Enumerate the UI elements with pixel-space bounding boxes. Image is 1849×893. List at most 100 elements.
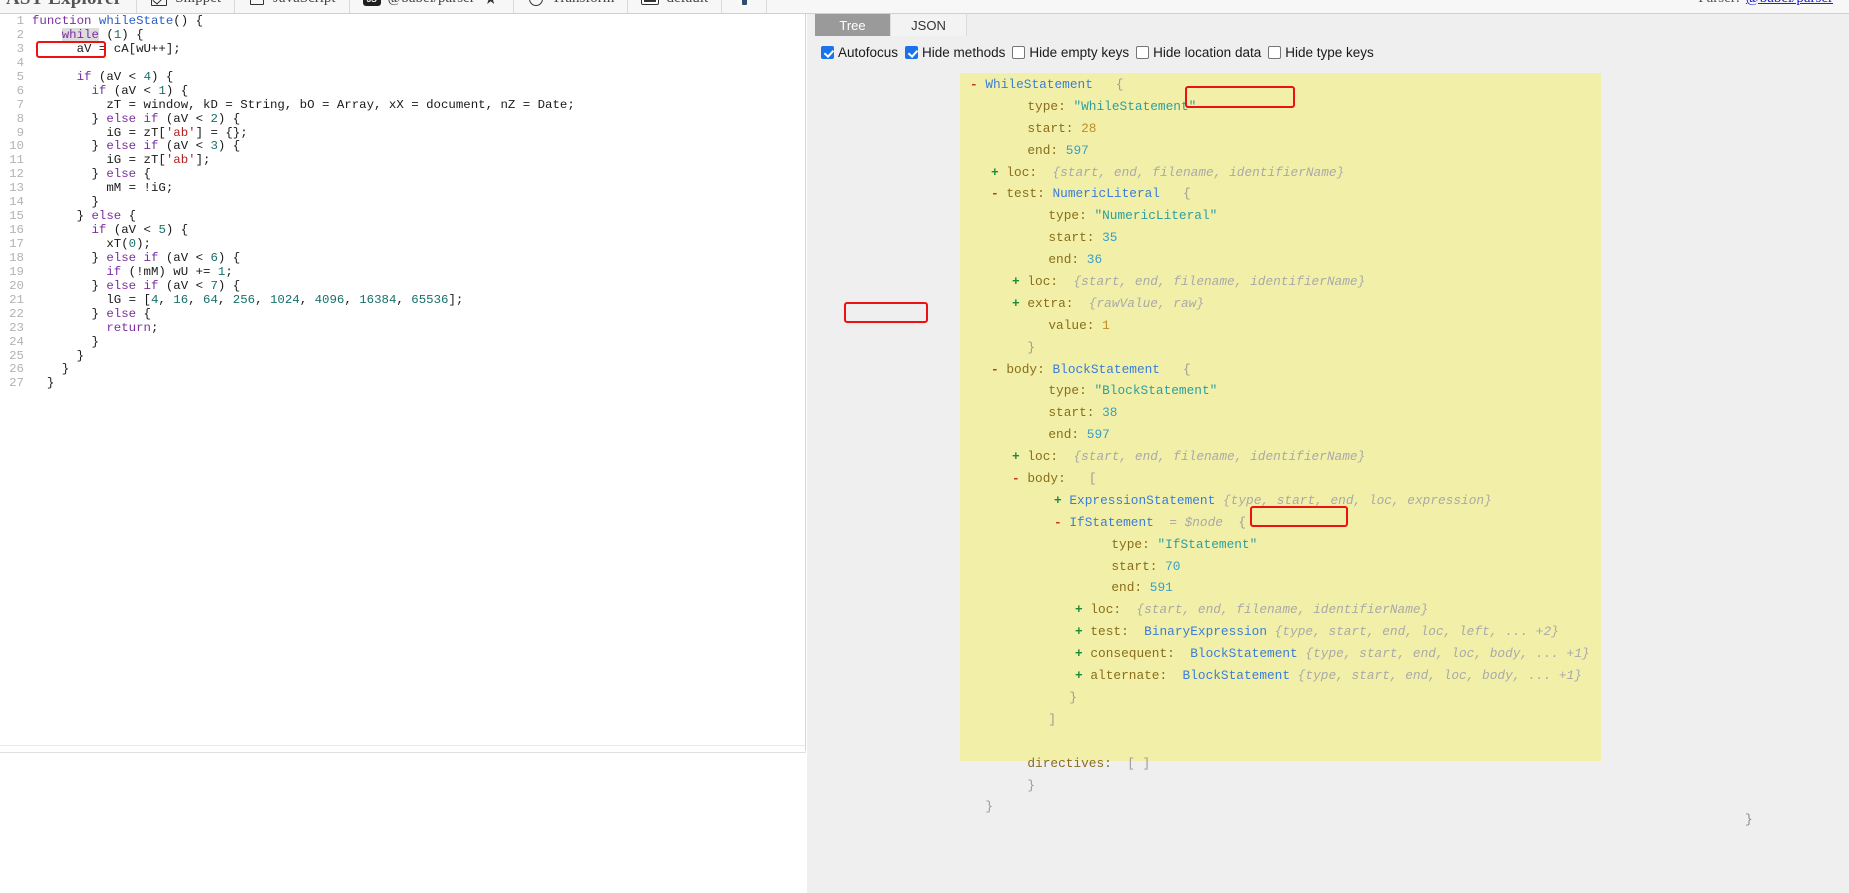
code-line[interactable]: 1 function whileState() { xyxy=(0,14,805,29)
ast-row[interactable]: - body: BlockStatement { xyxy=(815,359,1849,381)
checkbox-hide-methods[interactable] xyxy=(905,46,919,59)
code-line[interactable]: 5 if (aV < 4) { xyxy=(0,70,805,85)
ast-row[interactable]: start: 28 xyxy=(815,118,1849,140)
collapse-toggle-icon[interactable]: - xyxy=(991,362,999,377)
ast-row[interactable]: } xyxy=(815,796,1849,818)
ast-row[interactable]: end: 597 xyxy=(815,140,1849,162)
ast-row[interactable]: - WhileStatement { xyxy=(815,74,1849,96)
code-lines[interactable]: 1 function whileState() {2 while (1) {3 a… xyxy=(0,14,805,391)
code-line[interactable]: 19 if (!mM) wU += 1; xyxy=(0,265,805,280)
parser-link[interactable]: @babel/parser xyxy=(1746,0,1833,7)
ast-row[interactable]: } xyxy=(815,337,1849,359)
expand-toggle-icon[interactable]: + xyxy=(1012,296,1020,311)
code-line[interactable]: 14 } xyxy=(0,195,805,210)
ast-row[interactable]: - test: NumericLiteral { xyxy=(815,183,1849,205)
code-line[interactable]: 6 if (aV < 1) { xyxy=(0,84,805,99)
ast-row[interactable] xyxy=(815,731,1849,753)
expand-toggle-icon[interactable]: + xyxy=(1075,602,1083,617)
ast-row[interactable]: + loc: {start, end, filename, identifier… xyxy=(815,599,1849,621)
code-line[interactable]: 9 iG = zT['ab'] = {}; xyxy=(0,126,805,141)
collapse-toggle-icon[interactable]: - xyxy=(991,186,999,201)
expand-toggle-icon[interactable]: + xyxy=(991,165,999,180)
code-line[interactable]: 27 } xyxy=(0,376,805,391)
ast-row[interactable]: + alternate: BlockStatement {type, start… xyxy=(815,665,1849,687)
tab-tree[interactable]: Tree xyxy=(815,14,891,36)
checkbox-hide-type-keys[interactable] xyxy=(1268,46,1282,59)
checkbox-autofocus[interactable] xyxy=(821,46,834,59)
ast-row[interactable]: type: "NumericLiteral" xyxy=(815,205,1849,227)
option-hide-methods[interactable]: Hide methods xyxy=(905,45,1005,60)
code-line[interactable]: 23 return; xyxy=(0,321,805,336)
ast-row[interactable]: directives: [ ] xyxy=(815,753,1849,775)
code-line[interactable]: 18 } else if (aV < 6) { xyxy=(0,251,805,266)
code-editor-pane[interactable]: 1 function whileState() {2 while (1) {3 a… xyxy=(0,14,806,751)
ast-row[interactable]: - body: [ xyxy=(815,468,1849,490)
code-line[interactable]: 16 if (aV < 5) { xyxy=(0,223,805,238)
ast-row[interactable]: ] xyxy=(815,709,1849,731)
ast-row[interactable]: } xyxy=(815,775,1849,797)
ast-tree-scroll[interactable]: - WhileStatement { type: "WhileStatement… xyxy=(815,72,1849,892)
toolbar-item-language[interactable]: JavaScript xyxy=(235,0,348,13)
toolbar-item-info[interactable] xyxy=(722,0,766,13)
ast-row[interactable]: + loc: {start, end, filename, identifier… xyxy=(815,271,1849,293)
code-line[interactable]: 4 xyxy=(0,56,805,71)
tab-json[interactable]: JSON xyxy=(891,14,967,36)
collapse-toggle-icon[interactable]: - xyxy=(1054,515,1062,530)
option-hide-location-data[interactable]: Hide location data xyxy=(1136,45,1261,60)
collapse-toggle-icon[interactable]: - xyxy=(1012,471,1020,486)
ast-row[interactable]: end: 36 xyxy=(815,249,1849,271)
toolbar-item-transform[interactable]: Transform xyxy=(514,0,628,13)
ast-row[interactable]: - IfStatement = $node { xyxy=(815,512,1849,534)
ast-row[interactable]: } xyxy=(815,687,1849,709)
code-line[interactable]: 12 } else { xyxy=(0,167,805,182)
ast-row[interactable]: start: 38 xyxy=(815,402,1849,424)
editor-horizontal-scrollbar[interactable] xyxy=(0,745,805,751)
code-line[interactable]: 3 aV = cA[wU++]; xyxy=(0,42,805,57)
code-line[interactable]: 25 } xyxy=(0,349,805,364)
expand-toggle-icon[interactable]: + xyxy=(1012,449,1020,464)
toolbar-item-snippet[interactable]: Snippet xyxy=(137,0,234,13)
expand-toggle-icon[interactable]: + xyxy=(1075,646,1083,661)
code-line[interactable]: 8 } else if (aV < 2) { xyxy=(0,112,805,127)
code-line[interactable]: 20 } else if (aV < 7) { xyxy=(0,279,805,294)
expand-toggle-icon[interactable]: + xyxy=(1075,668,1083,683)
code-line[interactable]: 10 } else if (aV < 3) { xyxy=(0,139,805,154)
option-hide-type-keys[interactable]: Hide type keys xyxy=(1268,45,1374,60)
expand-toggle-icon[interactable]: + xyxy=(1012,274,1020,289)
ast-row[interactable]: end: 591 xyxy=(815,577,1849,599)
ast-row[interactable]: + ExpressionStatement {type, start, end,… xyxy=(815,490,1849,512)
ast-row[interactable]: start: 35 xyxy=(815,227,1849,249)
ast-row[interactable]: + extra: {rawValue, raw} xyxy=(815,293,1849,315)
code-line[interactable]: 17 xT(0); xyxy=(0,237,805,252)
code-line[interactable]: 11 iG = zT['ab']; xyxy=(0,153,805,168)
ast-row[interactable]: + test: BinaryExpression {type, start, e… xyxy=(815,621,1849,643)
ast-row[interactable]: + loc: {start, end, filename, identifier… xyxy=(815,162,1849,184)
ast-tree-rows[interactable]: - WhileStatement { type: "WhileStatement… xyxy=(815,72,1849,818)
checkbox-hide-location-data[interactable] xyxy=(1136,46,1150,59)
code-line[interactable]: 21 lG = [4, 16, 64, 256, 1024, 4096, 163… xyxy=(0,293,805,308)
ast-row[interactable]: + consequent: BlockStatement {type, star… xyxy=(815,643,1849,665)
expand-toggle-icon[interactable]: + xyxy=(1054,493,1062,508)
collapse-toggle-icon[interactable]: - xyxy=(970,77,978,92)
code-line[interactable]: 22 } else { xyxy=(0,307,805,322)
code-line[interactable]: 7 zT = window, kD = String, bO = Array, … xyxy=(0,98,805,113)
code-line[interactable]: 24 } xyxy=(0,335,805,350)
expand-toggle-icon[interactable]: + xyxy=(1075,624,1083,639)
toolbar-item-parser[interactable]: JS @babel/parser xyxy=(350,0,513,13)
option-autofocus[interactable]: Autofocus xyxy=(821,45,898,60)
ast-row[interactable]: type: "WhileStatement" xyxy=(815,96,1849,118)
ast-view-tabs[interactable]: Tree JSON xyxy=(815,14,1849,36)
code-line[interactable]: 2 while (1) { xyxy=(0,27,805,43)
ast-row[interactable]: type: "IfStatement" xyxy=(815,534,1849,556)
option-hide-empty-keys[interactable]: Hide empty keys xyxy=(1012,45,1129,60)
ast-row[interactable]: + loc: {start, end, filename, identifier… xyxy=(815,446,1849,468)
checkbox-hide-empty-keys[interactable] xyxy=(1012,46,1026,59)
ast-row[interactable]: type: "BlockStatement" xyxy=(815,380,1849,402)
ast-row[interactable]: start: 70 xyxy=(815,556,1849,578)
ast-row[interactable]: end: 597 xyxy=(815,424,1849,446)
ast-options-bar[interactable]: Autofocus Hide methods Hide empty keys Hide… xyxy=(821,45,1381,60)
code-line[interactable]: 26 } xyxy=(0,362,805,377)
ast-row[interactable]: value: 1 xyxy=(815,315,1849,337)
code-line[interactable]: 15 } else { xyxy=(0,209,805,224)
code-line[interactable]: 13 mM = !iG; xyxy=(0,181,805,196)
